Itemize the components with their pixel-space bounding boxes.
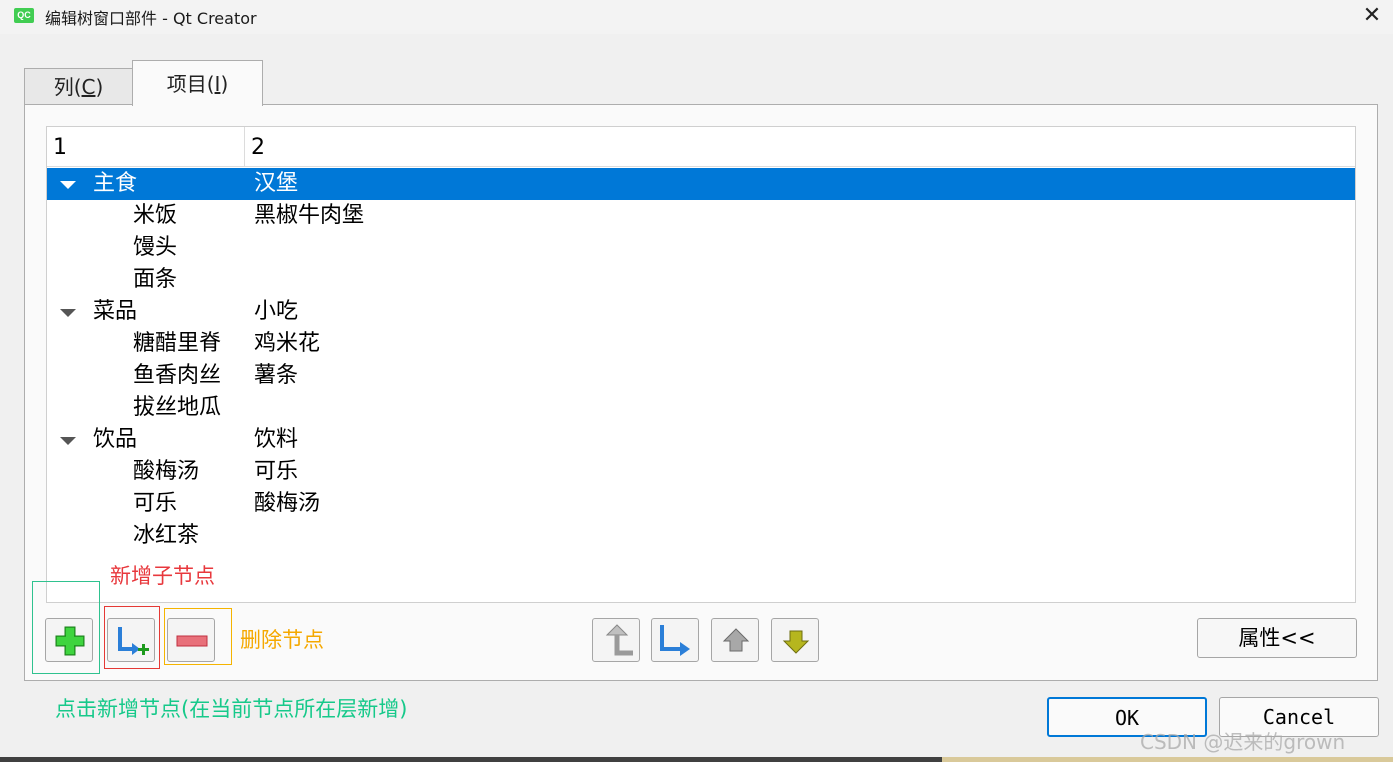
tree-row[interactable]: 主食 汉堡 [47,168,1355,200]
tab-items-label: 项目 [166,72,207,96]
new-item-button[interactable] [45,618,93,662]
column-header-1[interactable]: 1 [47,127,245,167]
tree-header: 1 2 [47,127,1355,167]
tree-row[interactable]: 可乐 酸梅汤 [47,488,1355,520]
annotation-delete: 删除节点 [240,628,324,652]
items-tree[interactable]: 1 2 主食 汉堡 米饭 黑椒牛肉堡 馒头 面条 菜品 小吃 糖醋里脊 鸡米花 [46,126,1356,603]
tree-row[interactable]: 糖醋里脊 鸡米花 [47,328,1355,360]
title-bar: QC 编辑树窗口部件 - Qt Creator ✕ [0,0,1393,34]
tab-columns[interactable]: 列(C) [24,68,133,104]
delete-item-button[interactable] [167,618,215,662]
tree-cell-col1: 拔丝地瓜 [133,395,222,420]
tree-row[interactable]: 饮品 饮料 [47,424,1355,456]
tab-columns-label: 列 [53,75,74,99]
background-strip-right [942,757,1393,762]
tree-cell-col2: 酸梅汤 [254,491,321,516]
tree-cell-col1: 鱼香肉丝 [133,363,222,388]
qt-creator-icon: QC [14,8,34,23]
tree-cell-col1: 饮品 [93,427,138,452]
move-right-icon [660,625,690,656]
add-item-icon [55,626,85,656]
move-down-icon [782,630,810,654]
background-strip [0,757,942,762]
new-subitem-button[interactable] [107,618,155,662]
tree-row[interactable]: 馒头 [47,232,1355,264]
move-item-left-button[interactable] [592,618,640,662]
move-item-up-button[interactable] [711,618,759,662]
tree-cell-col2: 可乐 [254,459,299,484]
tree-cell-col2: 饮料 [254,427,299,452]
tree-row[interactable]: 米饭 黑椒牛肉堡 [47,200,1355,232]
move-item-right-button[interactable] [651,618,699,662]
move-up-icon [722,628,750,652]
properties-button[interactable]: 属性<< [1197,618,1357,658]
tree-row[interactable]: 拔丝地瓜 [47,392,1355,424]
move-item-down-button[interactable] [771,618,819,662]
tree-cell-col1: 菜品 [93,299,138,324]
tree-row[interactable]: 面条 [47,264,1355,296]
annotation-add-child: 新增子节点 [110,564,215,588]
expand-arrow-icon[interactable] [60,181,76,189]
tab-items-mnemonic: I [214,72,221,96]
tree-cell-col2: 汉堡 [254,171,299,196]
move-left-icon [605,624,633,656]
tree-row[interactable]: 酸梅汤 可乐 [47,456,1355,488]
column-header-2[interactable]: 2 [245,127,1355,167]
edit-tree-widget-dialog: QC 编辑树窗口部件 - Qt Creator ✕ 列(C) 项目(I) 1 2… [0,0,1393,762]
tree-row[interactable]: 冰红茶 [47,520,1355,552]
expand-arrow-icon[interactable] [60,309,76,317]
tree-cell-col1: 米饭 [133,203,178,228]
add-subitem-icon [118,627,149,655]
tree-row[interactable]: 鱼香肉丝 薯条 [47,360,1355,392]
tree-cell-col1: 糖醋里脊 [133,331,222,356]
window-title: 编辑树窗口部件 - Qt Creator [45,9,257,28]
tree-row[interactable]: 菜品 小吃 [47,296,1355,328]
tab-items[interactable]: 项目(I) [132,60,263,106]
tree-cell-col2: 鸡米花 [254,331,321,356]
tree-cell-col1: 馒头 [133,235,178,260]
expand-arrow-icon[interactable] [60,437,76,445]
tab-columns-mnemonic: C [81,75,96,99]
tree-cell-col1: 可乐 [133,491,178,516]
tree-cell-col1: 酸梅汤 [133,459,200,484]
tree-cell-col1: 面条 [133,267,178,292]
close-button[interactable]: ✕ [1357,0,1387,32]
tree-cell-col2: 小吃 [254,299,299,324]
tree-cell-col2: 薯条 [254,363,299,388]
tree-cell-col1: 主食 [93,171,138,196]
annotation-add-sibling: 点击新增节点(在当前节点所在层新增) [55,697,408,721]
tree-cell-col2: 黑椒牛肉堡 [254,203,365,228]
watermark: CSDN @迟来的grown [1140,730,1346,754]
tree-cell-col1: 冰红茶 [133,523,200,548]
delete-item-icon [176,635,208,647]
